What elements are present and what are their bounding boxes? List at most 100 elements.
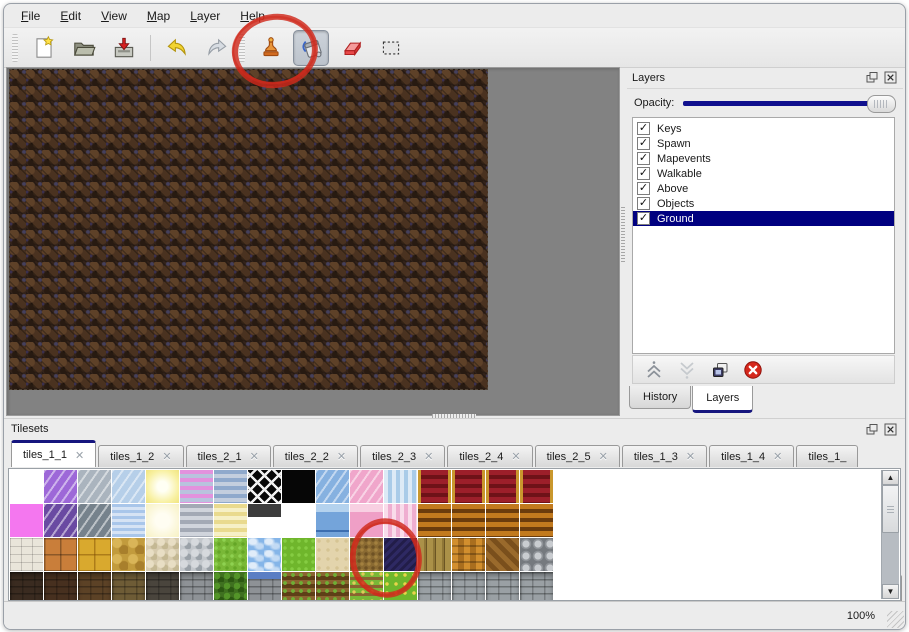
layer-row[interactable]: ✓ Walkable — [633, 166, 894, 181]
tileset-tile[interactable] — [112, 504, 145, 537]
scroll-up-button[interactable]: ▲ — [882, 470, 899, 485]
menu-item[interactable]: Help — [231, 6, 274, 26]
opacity-slider-thumb[interactable] — [867, 95, 896, 113]
tileset-tile[interactable] — [282, 470, 315, 503]
tileset-tile[interactable] — [486, 504, 519, 537]
eraser-tool-button[interactable] — [333, 30, 369, 66]
tileset-tile[interactable] — [10, 538, 43, 571]
tileset-tile[interactable] — [418, 538, 451, 571]
scroll-down-button[interactable]: ▼ — [882, 584, 899, 599]
tileset-tile[interactable] — [112, 572, 145, 601]
tileset-tile[interactable] — [350, 538, 383, 571]
tileset-tile[interactable] — [10, 572, 43, 601]
tileset-tile[interactable] — [214, 572, 247, 601]
tab-close-icon[interactable]: ✕ — [599, 450, 608, 463]
layer-row[interactable]: ✓ Objects — [633, 196, 894, 211]
tileset-tile[interactable] — [214, 504, 247, 537]
tab-close-icon[interactable]: ✕ — [250, 450, 259, 463]
tileset-tile[interactable] — [486, 470, 519, 503]
move-layer-up-button[interactable] — [642, 358, 666, 382]
tileset-tile[interactable] — [180, 470, 213, 503]
menu-item[interactable]: View — [92, 6, 136, 26]
tileset-tab[interactable]: tiles_2_5 ✕ — [535, 445, 620, 467]
menu-item[interactable]: File — [12, 6, 49, 26]
tileset-tile[interactable] — [316, 538, 349, 571]
tileset-tile[interactable] — [44, 470, 77, 503]
menu-item[interactable]: Layer — [181, 6, 229, 26]
tab-close-icon[interactable]: ✕ — [686, 450, 695, 463]
tileset-tile[interactable] — [112, 538, 145, 571]
vertical-splitter[interactable] — [618, 67, 627, 414]
layer-visibility-checkbox[interactable]: ✓ — [637, 152, 650, 165]
close-panel-button[interactable] — [882, 422, 898, 437]
tileset-tile[interactable] — [248, 504, 281, 537]
fill-tool-button[interactable] — [293, 30, 329, 66]
map-canvas[interactable] — [9, 69, 488, 390]
float-panel-button[interactable] — [863, 70, 879, 85]
palette-scrollbar[interactable]: ▲ ▼ — [881, 470, 899, 599]
dock-tab[interactable]: History — [629, 386, 691, 409]
tileset-tile[interactable] — [44, 538, 77, 571]
scrollbar-thumb[interactable] — [882, 485, 899, 533]
tileset-tile[interactable] — [78, 538, 111, 571]
tileset-tile[interactable] — [214, 538, 247, 571]
tileset-tile[interactable] — [486, 572, 519, 601]
layer-visibility-checkbox[interactable]: ✓ — [637, 197, 650, 210]
tileset-tile[interactable] — [520, 538, 553, 571]
tileset-tile[interactable] — [248, 572, 281, 601]
tileset-tile[interactable] — [78, 572, 111, 601]
tileset-tile[interactable] — [180, 504, 213, 537]
tab-close-icon[interactable]: ✕ — [511, 450, 520, 463]
tileset-tab[interactable]: tiles_2_1 ✕ — [186, 445, 271, 467]
layer-visibility-checkbox[interactable]: ✓ — [637, 182, 650, 195]
tileset-tile[interactable] — [180, 538, 213, 571]
layer-visibility-checkbox[interactable]: ✓ — [637, 137, 650, 150]
tileset-tile[interactable] — [78, 470, 111, 503]
tab-close-icon[interactable]: ✕ — [424, 450, 433, 463]
stamp-tool-button[interactable] — [253, 30, 289, 66]
tileset-tile[interactable] — [180, 572, 213, 601]
tileset-tile[interactable] — [146, 538, 179, 571]
save-map-button[interactable] — [106, 30, 142, 66]
tileset-tile[interactable] — [350, 572, 383, 601]
layer-row[interactable]: ✓ Ground — [633, 211, 894, 226]
tileset-tile[interactable] — [520, 470, 553, 503]
tileset-tile[interactable] — [248, 470, 281, 503]
layer-visibility-checkbox[interactable]: ✓ — [637, 212, 650, 225]
float-panel-button[interactable] — [863, 422, 879, 437]
opacity-slider[interactable] — [681, 95, 896, 112]
tileset-tile[interactable] — [146, 470, 179, 503]
menu-item[interactable]: Edit — [51, 6, 90, 26]
tileset-tile[interactable] — [384, 572, 417, 601]
tileset-tile[interactable] — [316, 504, 349, 537]
layer-visibility-checkbox[interactable]: ✓ — [637, 167, 650, 180]
tab-close-icon[interactable]: ✕ — [75, 449, 84, 462]
tileset-tile[interactable] — [350, 504, 383, 537]
tileset-tile[interactable] — [384, 504, 417, 537]
layer-row[interactable]: ✓ Mapevents — [633, 151, 894, 166]
tab-close-icon[interactable]: ✕ — [337, 450, 346, 463]
open-map-button[interactable] — [66, 30, 102, 66]
tileset-tile[interactable] — [316, 572, 349, 601]
undo-button[interactable] — [159, 30, 195, 66]
redo-button[interactable] — [199, 30, 235, 66]
tileset-tile[interactable] — [282, 504, 315, 537]
tileset-tab[interactable]: tiles_1_ ✕ — [796, 445, 858, 467]
tileset-tile[interactable] — [452, 504, 485, 537]
toolbar-drag-handle[interactable] — [12, 34, 18, 62]
duplicate-layer-button[interactable] — [708, 358, 732, 382]
tileset-tile[interactable] — [282, 572, 315, 601]
tileset-tile[interactable] — [112, 470, 145, 503]
toolbar-drag-handle[interactable] — [239, 34, 245, 62]
tileset-tab[interactable]: tiles_1_3 ✕ — [622, 445, 707, 467]
move-layer-down-button[interactable] — [675, 358, 699, 382]
tileset-tile[interactable] — [282, 538, 315, 571]
resize-grip-icon[interactable] — [887, 611, 904, 628]
tab-close-icon[interactable]: ✕ — [773, 450, 782, 463]
tileset-tab[interactable]: tiles_1_1 ✕ — [11, 440, 96, 467]
tileset-tile[interactable] — [10, 504, 43, 537]
tileset-tile[interactable] — [248, 538, 281, 571]
tileset-tab[interactable]: tiles_2_2 ✕ — [273, 445, 358, 467]
tileset-tile[interactable] — [78, 504, 111, 537]
tileset-tile[interactable] — [316, 470, 349, 503]
